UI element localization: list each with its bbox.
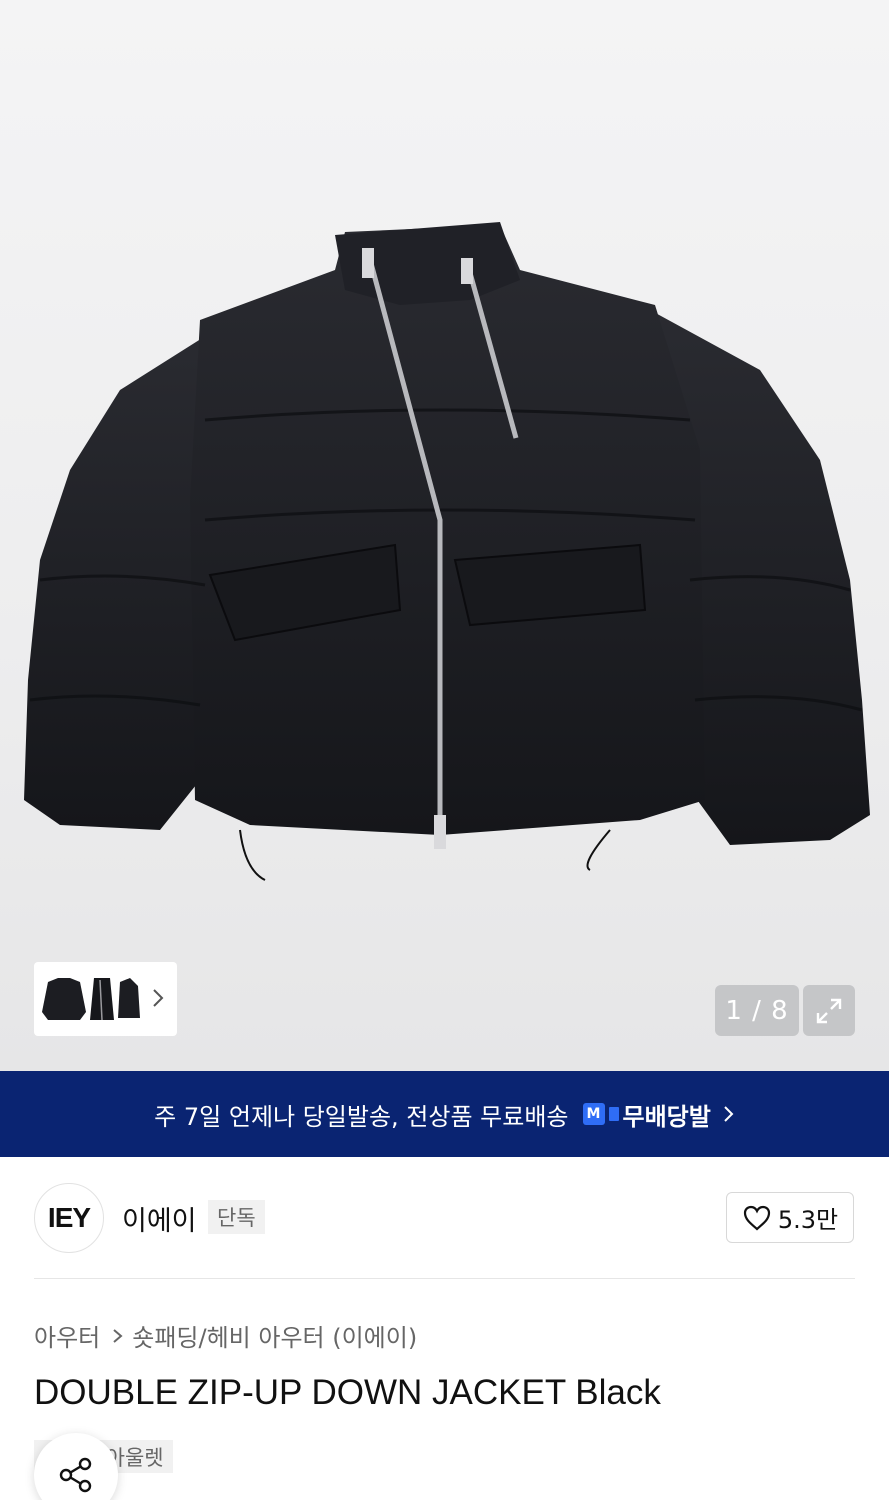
thumbnail-strip[interactable] — [34, 962, 177, 1036]
brand-exclusive-tag: 단독 — [208, 1200, 265, 1234]
breadcrumb-item-outer[interactable]: 아우터 — [34, 1318, 100, 1353]
expand-button[interactable] — [803, 985, 855, 1036]
heart-icon — [743, 1205, 770, 1230]
brand-logo[interactable]: IEY — [34, 1183, 104, 1253]
breadcrumb: 아우터 숏패딩/헤비 아우터 (이에이) — [34, 1318, 417, 1353]
chevron-right-icon[interactable] — [151, 987, 165, 1009]
expand-icon — [816, 998, 842, 1023]
shipping-service-name: 무배당발 — [622, 1102, 711, 1131]
product-title: DOUBLE ZIP-UP DOWN JACKET Black — [34, 1373, 661, 1412]
breadcrumb-item-category[interactable]: 숏패딩/헤비 아우터 (이에이) — [132, 1318, 417, 1353]
m-badge-icon: M — [582, 1103, 605, 1125]
divider — [34, 1278, 855, 1279]
thumbnail-jacket-back[interactable] — [116, 972, 142, 1026]
like-count: 5.3만 — [777, 1206, 839, 1234]
image-counter: 1 / 8 — [715, 985, 799, 1036]
share-icon — [59, 1457, 92, 1493]
chevron-right-icon — [113, 1328, 123, 1343]
brand-name[interactable]: 이에이 — [122, 1199, 197, 1238]
product-photo-jacket — [24, 222, 870, 881]
thumbnail-jacket-front[interactable] — [40, 972, 88, 1026]
like-button[interactable]: 5.3만 — [726, 1192, 854, 1243]
shipping-banner[interactable]: 주 7일 언제나 당일발송, 전상품 무료배송 M 무배당발 — [0, 1071, 889, 1157]
chevron-right-icon — [724, 1106, 734, 1122]
shipping-message: 주 7일 언제나 당일발송, 전상품 무료배송 — [154, 1102, 569, 1131]
thumbnail-jacket-side[interactable] — [88, 972, 116, 1026]
product-image-gallery[interactable]: 1 / 8 — [0, 0, 889, 1071]
truck-icon — [608, 1107, 619, 1121]
